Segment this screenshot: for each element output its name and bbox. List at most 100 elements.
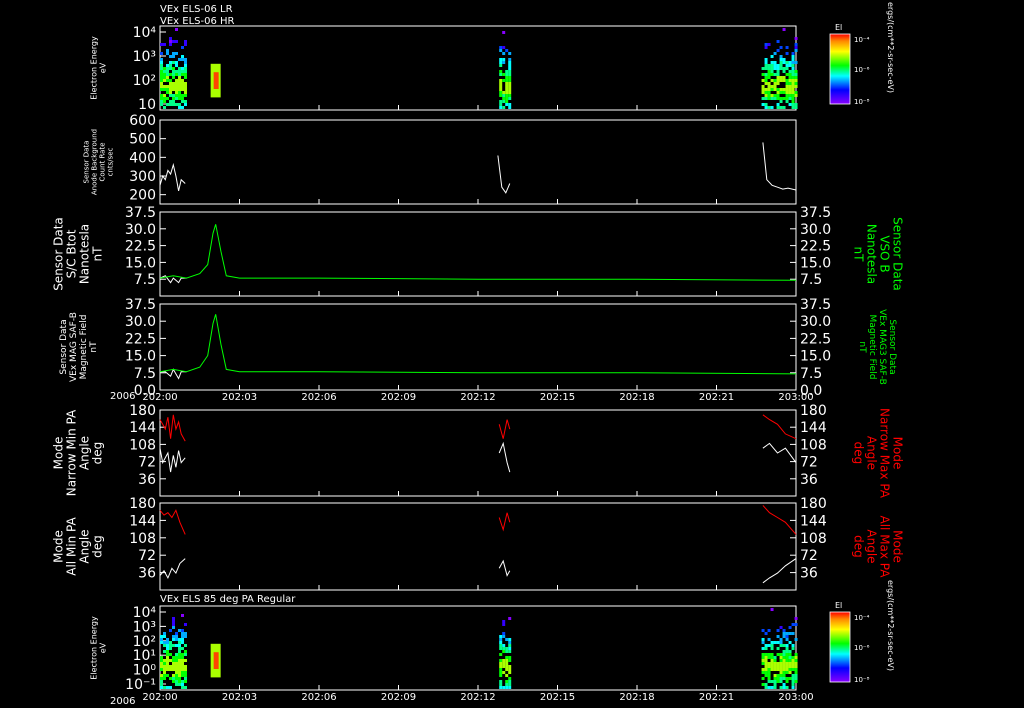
heatmap-cell	[761, 79, 765, 82]
heatmap-cell	[773, 677, 777, 680]
heatmap-cell	[169, 668, 172, 671]
heatmap-cell	[181, 653, 184, 656]
y-tick-label-right: 22.5	[800, 239, 831, 255]
heatmap-cell	[779, 100, 783, 103]
y-axis-label-right-line-1: VSO B	[877, 235, 891, 272]
heatmap-cell	[776, 106, 780, 109]
heatmap-cell	[181, 638, 184, 641]
heatmap-cell	[178, 656, 181, 659]
heatmap-cell	[499, 85, 503, 88]
y-tick-label: 10⁻¹	[125, 677, 156, 693]
heatmap-cell	[178, 647, 181, 650]
heatmap-cell	[764, 644, 768, 647]
heatmap-cell	[184, 674, 187, 677]
heatmap-cell	[779, 665, 783, 668]
heatmap-cell	[770, 644, 774, 647]
time-tick-label: 202:09	[381, 392, 416, 403]
heatmap-cell	[791, 76, 795, 79]
heatmap-cell	[178, 662, 181, 665]
heatmap-cell	[767, 94, 771, 97]
year-label-bottom: 2006	[110, 696, 135, 707]
heatmap-cell	[505, 85, 509, 88]
heatmap-cell	[788, 79, 792, 82]
heatmap-cell	[761, 659, 765, 662]
y-tick-label: 180	[129, 496, 156, 512]
heatmap-cell	[767, 674, 771, 677]
heatmap-cell	[160, 58, 163, 61]
heatmap-cell	[184, 668, 187, 671]
heatmap-cell	[785, 85, 789, 88]
year-label-middle: 2006	[110, 391, 135, 402]
heatmap-cell	[184, 64, 187, 67]
heatmap-cell	[184, 671, 187, 674]
heatmap-cell	[785, 88, 789, 91]
colorbar-top-tick-top: 10⁻⁴	[854, 36, 870, 44]
y-tick-label-right: 180	[800, 403, 827, 419]
y-axis-label-left-line-2: Nanotesla	[78, 224, 92, 284]
heatmap-cell	[160, 680, 163, 683]
heatmap-cell	[166, 49, 169, 52]
heatmap-cell	[178, 88, 181, 91]
heatmap-cell	[761, 683, 765, 686]
heatmap-cell	[499, 82, 503, 85]
heatmap-cell	[776, 629, 780, 632]
y-axis-label-right-line-1: Narrow Max PA	[877, 408, 891, 499]
heatmap-cell	[502, 635, 506, 638]
heatmap-cell	[767, 665, 771, 668]
heatmap-cell	[178, 665, 181, 668]
y-axis-label-left-line-2: Angle	[78, 436, 92, 470]
y-axis-label-line-1: eV	[98, 62, 107, 73]
heatmap-cell	[770, 653, 774, 656]
heatmap-cell	[172, 659, 175, 662]
heatmap-cell	[508, 103, 512, 106]
heatmap-cell	[178, 79, 181, 82]
colorbar-bottom-label: El	[835, 601, 842, 610]
heatmap-cell	[770, 79, 774, 82]
heatmap-cell	[773, 665, 777, 668]
heatmap-cell	[764, 632, 768, 635]
heatmap-cell	[764, 91, 768, 94]
y-tick-label: 10	[138, 97, 156, 113]
heatmap-cell	[184, 659, 187, 662]
y-axis-label-left-line-3: nT	[89, 341, 99, 353]
y-tick-label: 37.5	[125, 297, 156, 313]
heatmap-cell	[770, 647, 774, 650]
y-tick-label-right: 144	[800, 513, 827, 529]
heatmap-cell	[770, 88, 774, 91]
y-axis-label-left-line-2: Angle	[78, 529, 92, 563]
heatmap-cell	[782, 686, 786, 689]
series-line-0	[497, 155, 511, 194]
heatmap-cell	[785, 650, 789, 653]
heatmap-cell	[499, 659, 503, 662]
heatmap-cell	[166, 88, 169, 91]
heatmap-cell	[178, 103, 181, 106]
heatmap-cell	[794, 91, 798, 94]
heatmap-cell	[776, 70, 780, 73]
heatmap-cell	[505, 91, 509, 94]
heatmap-cell	[181, 55, 184, 58]
y-axis-label-right-line-0: Sensor Data	[887, 319, 897, 374]
heatmap-cell	[764, 662, 768, 665]
heatmap-cell	[764, 79, 768, 82]
heatmap-cell	[505, 683, 509, 686]
heatmap-cell	[502, 106, 506, 109]
time-tick-label: 202:21	[699, 692, 734, 703]
heatmap-cell	[160, 638, 163, 641]
heatmap-cell	[764, 61, 768, 64]
heatmap-cell	[502, 644, 506, 647]
heatmap-cell	[794, 43, 798, 46]
heatmap-cell	[794, 70, 798, 73]
y-tick-label-right: 144	[800, 420, 827, 436]
heatmap-cell	[166, 647, 169, 650]
heatmap-cell	[181, 46, 184, 49]
heatmap-cell	[508, 73, 512, 76]
heatmap-cell	[782, 97, 786, 100]
heatmap-cell	[773, 674, 777, 677]
y-tick-label: 36	[138, 472, 156, 488]
heatmap-cell	[508, 680, 512, 683]
heatmap-cell	[779, 662, 783, 665]
heatmap-cell	[184, 650, 187, 653]
heatmap-cell	[505, 665, 509, 668]
y-axis-label-line-2: Count Rate	[98, 142, 106, 181]
time-tick-label: 202:00	[142, 692, 177, 703]
